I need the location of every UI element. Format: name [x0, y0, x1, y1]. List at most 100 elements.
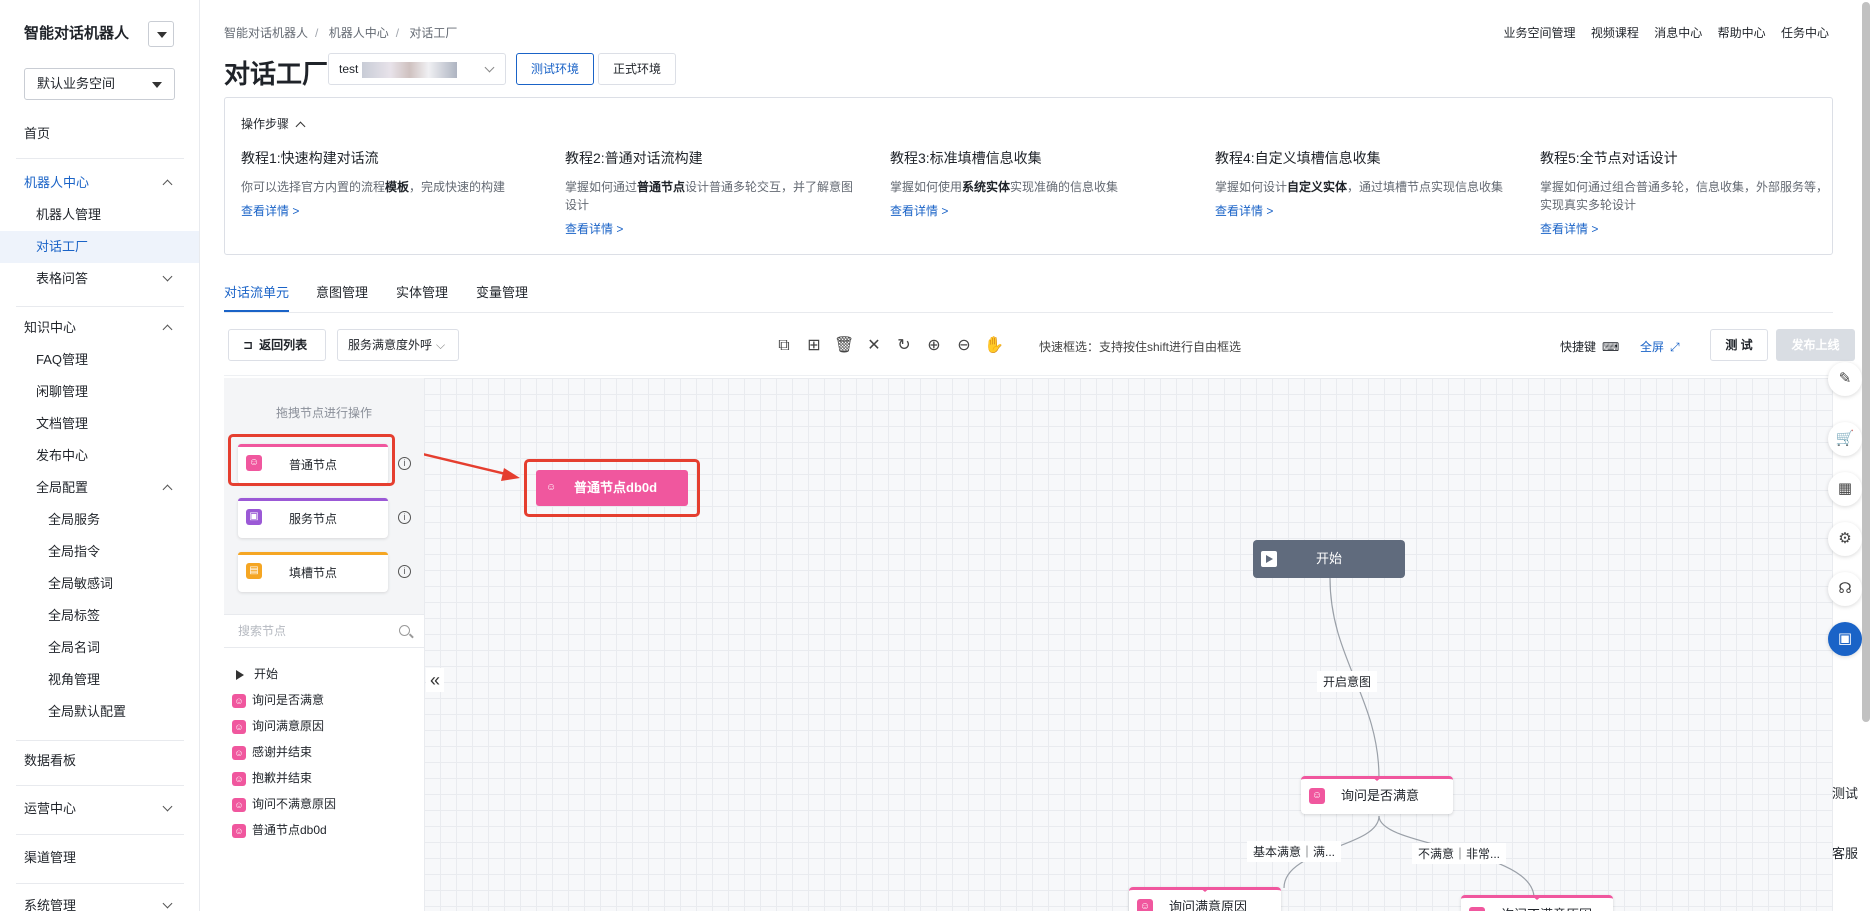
edge-label-unsatisfied[interactable]: 不满意｜非常...	[1412, 843, 1507, 864]
palette-slot-node[interactable]: ▤ 填槽节点 i	[238, 552, 411, 592]
cart-icon[interactable]: 🛒	[1828, 422, 1862, 456]
edit-icon[interactable]: ✎	[1828, 362, 1862, 396]
tab-variable[interactable]: 变量管理	[476, 282, 528, 312]
link-message-center[interactable]: 消息中心	[1654, 26, 1702, 40]
nav-dashboard[interactable]: 数据看板	[0, 745, 199, 777]
link-video-course[interactable]: 视频课程	[1591, 26, 1639, 40]
edge-label-open-intent[interactable]: 开启意图	[1317, 671, 1378, 692]
zoom-in-icon[interactable]: ⊕	[924, 336, 944, 356]
flow-canvas[interactable]: 开始 开启意图 ☺ 询问是否满意 基本满意｜满... 不满意｜非常... ☺ 询…	[424, 378, 1833, 911]
gear-icon[interactable]: ⚙	[1828, 522, 1862, 556]
fullscreen-button[interactable]: 全屏 ⤢	[1640, 338, 1680, 355]
back-to-list-button[interactable]: ⊐ 返回列表	[228, 329, 326, 361]
env-prod-button[interactable]: 正式环境	[598, 53, 677, 85]
nav-knowledge-center[interactable]: 知识中心	[0, 312, 199, 344]
shortcut-button[interactable]: 快捷键 ⌨	[1560, 338, 1619, 355]
tree-item[interactable]: ☺ 询问满意原因	[232, 716, 324, 736]
apps-icon[interactable]: ▣	[1828, 622, 1862, 656]
nav-global-config[interactable]: 全局配置	[0, 472, 199, 504]
nav-home[interactable]: 首页	[0, 118, 199, 150]
nav-table-qa[interactable]: 表格问答	[0, 263, 199, 295]
step-link[interactable]: 查看详情 >	[565, 220, 855, 237]
flow-node-ask-satisfied[interactable]: ☺ 询问是否满意	[1301, 776, 1453, 814]
api-icon[interactable]: ▦	[1828, 472, 1862, 506]
nav-perspective[interactable]: 视角管理	[0, 664, 199, 696]
headset-icon[interactable]: ☊	[1828, 572, 1862, 606]
step-title: 教程2:普通对话流构建	[565, 150, 703, 166]
flow-node-ask-unsat-reason[interactable]: ☺ 询问不满意原因	[1461, 895, 1613, 911]
link-help-center[interactable]: 帮助中心	[1718, 26, 1766, 40]
tree-item[interactable]: ☺ 询问不满意原因	[232, 794, 336, 814]
node-search-input[interactable]: 搜索节点	[224, 614, 424, 648]
brand-dropdown-button[interactable]	[148, 21, 174, 47]
nav-global-nouns[interactable]: 全局名词	[0, 632, 199, 664]
add-box-icon[interactable]: ⊞	[804, 336, 824, 356]
nav-dialog-factory[interactable]: 对话工厂	[0, 231, 199, 263]
delete-icon[interactable]: 🗑	[834, 336, 854, 356]
tree-item[interactable]: ☺ 感谢并结束	[232, 742, 312, 762]
tab-flow-units[interactable]: 对话流单元	[224, 282, 290, 312]
search-icon	[399, 625, 410, 636]
step-link[interactable]: 查看详情 >	[1540, 220, 1830, 237]
step-title: 教程3:标准填槽信息收集	[890, 150, 1042, 166]
info-icon[interactable]: i	[398, 457, 411, 470]
nav-global-default[interactable]: 全局默认配置	[0, 696, 199, 728]
node-color-bar	[238, 552, 388, 555]
nav-faq[interactable]: FAQ管理	[0, 344, 199, 376]
nav-label: 全局名词	[48, 640, 101, 655]
breadcrumb-item[interactable]: 机器人中心	[329, 26, 389, 40]
nav-operations[interactable]: 运营中心	[0, 793, 199, 825]
flow-node-ask-reason[interactable]: ☺ 询问满意原因	[1129, 887, 1281, 911]
tree-item-start[interactable]: 开始	[232, 664, 278, 684]
nav-chitchat[interactable]: 闲聊管理	[0, 376, 199, 408]
main-content: 智能对话机器人 / 机器人中心 / 对话工厂 业务空间管理 视频课程 消息中心 帮助…	[200, 0, 1872, 911]
drag-arrow-head	[501, 468, 520, 481]
zoom-out-icon[interactable]: ⊖	[954, 336, 974, 356]
nav-docs[interactable]: 文档管理	[0, 408, 199, 440]
info-icon[interactable]: i	[398, 565, 411, 578]
step-card: 教程1:快速构建对话流 你可以选择官方内置的流程模板，完成快速的构建 查看详情 …	[241, 148, 531, 219]
chevron-up-icon	[162, 179, 173, 190]
breadcrumb-item[interactable]: 智能对话机器人	[224, 26, 308, 40]
flow-node-start[interactable]: 开始	[1253, 540, 1405, 578]
steps-toggle[interactable]: 操作步骤	[241, 115, 306, 132]
nav-publish-center[interactable]: 发布中心	[0, 440, 199, 472]
float-test-button[interactable]: 测试	[1824, 783, 1866, 802]
float-service-button[interactable]: 客服	[1824, 843, 1866, 862]
nav-bot-center[interactable]: 机器人中心	[0, 167, 199, 199]
page-scrollbar[interactable]	[1862, 2, 1870, 722]
edge-label-satisfied[interactable]: 基本满意｜满...	[1247, 841, 1342, 862]
nav-global-service[interactable]: 全局服务	[0, 504, 199, 536]
back-label: 返回列表	[259, 338, 308, 352]
nav-channels[interactable]: 渠道管理	[0, 842, 199, 874]
step-desc: 掌握如何使用系统实体实现准确的信息收集	[890, 180, 1119, 194]
copy-icon[interactable]: ⧉	[774, 336, 794, 356]
step-link[interactable]: 查看详情 >	[1215, 202, 1505, 219]
nav-global-command[interactable]: 全局指令	[0, 536, 199, 568]
nav-global-tags[interactable]: 全局标签	[0, 600, 199, 632]
tree-item[interactable]: ☺ 抱歉并结束	[232, 768, 312, 788]
test-button[interactable]: 测 试	[1710, 329, 1768, 361]
step-link[interactable]: 查看详情 >	[241, 202, 531, 219]
tree-item[interactable]: ☺ 询问是否满意	[232, 690, 324, 710]
bot-select[interactable]: test	[328, 53, 506, 85]
nav-bot-management[interactable]: 机器人管理	[0, 199, 199, 231]
env-test-button[interactable]: 测试环境	[516, 53, 595, 85]
flow-select[interactable]: 服务满意度外呼 ⌵	[337, 329, 459, 361]
step-link[interactable]: 查看详情 >	[890, 202, 1180, 219]
close-icon[interactable]: ✕	[864, 336, 884, 356]
link-workspace-management[interactable]: 业务空间管理	[1504, 26, 1576, 40]
drag-arrow-line	[424, 453, 511, 477]
tab-entity[interactable]: 实体管理	[396, 282, 448, 312]
workspace-select[interactable]: 默认业务空间	[24, 68, 175, 100]
collapse-panel-icon[interactable]: «	[426, 668, 444, 692]
palette-service-node[interactable]: ▣ 服务节点 i	[238, 498, 411, 538]
tree-item[interactable]: ☺ 普通节点db0d	[232, 820, 327, 840]
tree-label: 普通节点db0d	[252, 823, 327, 837]
info-icon[interactable]: i	[398, 511, 411, 524]
refresh-icon[interactable]: ↻	[894, 336, 914, 356]
nav-system[interactable]: 系统管理	[0, 890, 199, 911]
nav-global-sensitive[interactable]: 全局敏感词	[0, 568, 199, 600]
hand-icon[interactable]: ✋	[984, 336, 1004, 356]
tab-intent[interactable]: 意图管理	[316, 282, 368, 312]
